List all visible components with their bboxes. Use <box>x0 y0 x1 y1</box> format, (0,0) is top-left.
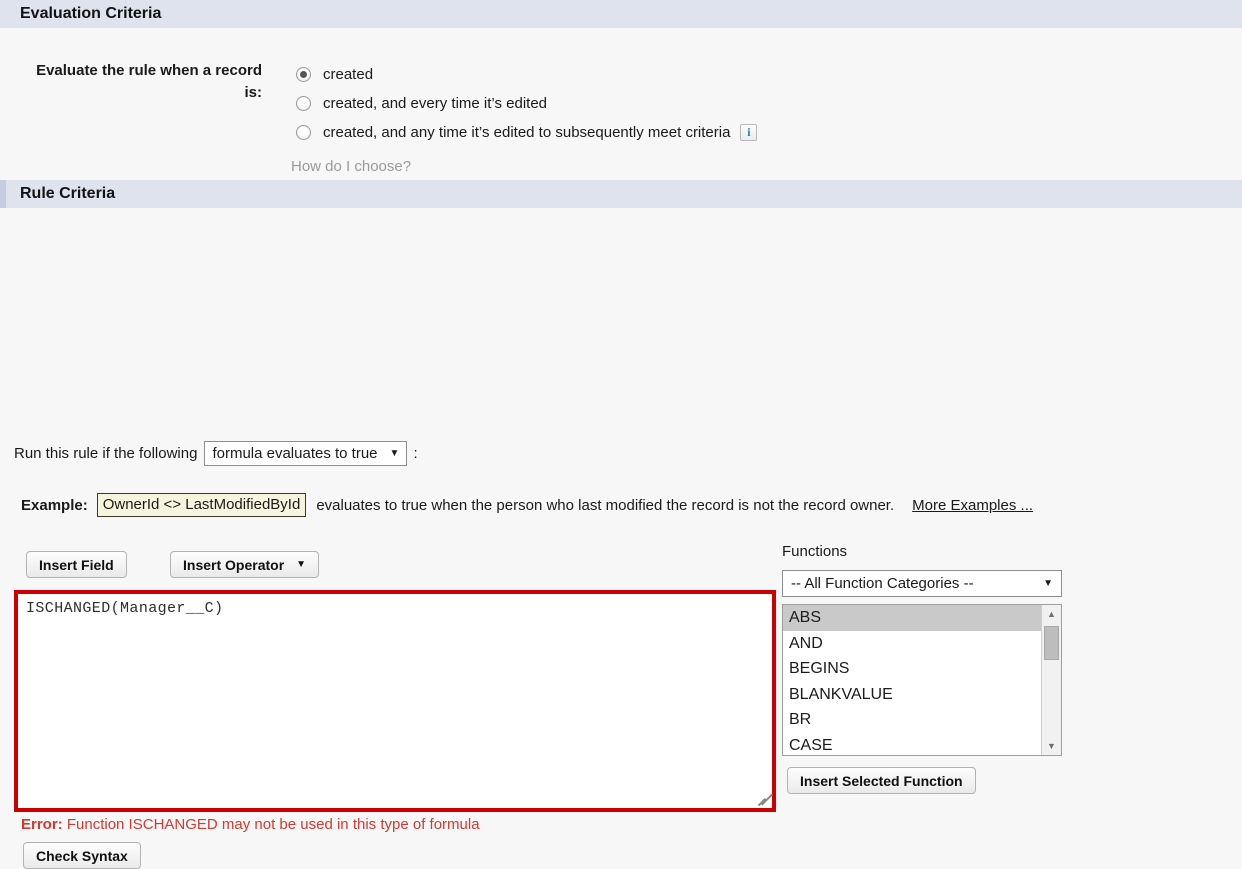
evaluate-rule-field-label: Evaluate the rule when a record is: <box>36 60 262 104</box>
criteria-type-select-value: formula evaluates to true <box>212 445 377 462</box>
example-code-snippet: OwnerId <> LastModifiedById <box>97 493 307 517</box>
chevron-down-icon: ▼ <box>296 559 306 570</box>
rule-criteria-section-header: Rule Criteria <box>0 180 1242 208</box>
radio-label-created: created <box>323 66 373 83</box>
example-line: Example: OwnerId <> LastModifiedById eva… <box>21 493 1033 517</box>
evaluation-radio-group: created created, and every time it’s edi… <box>296 60 757 147</box>
insert-selected-function-button-label: Insert Selected Function <box>800 773 963 789</box>
list-item[interactable]: CASE <box>783 733 1041 757</box>
evaluation-criteria-body: Evaluate the rule when a record is: crea… <box>0 28 1242 180</box>
radio-label-created-every-edit: created, and every time it’s edited <box>323 95 547 112</box>
chevron-down-icon: ▼ <box>1043 578 1053 589</box>
criteria-type-select[interactable]: formula evaluates to true ▼ <box>204 441 407 466</box>
evaluation-criteria-section-header: Evaluation Criteria <box>0 0 1242 28</box>
formula-textarea[interactable]: ISCHANGED(Manager__C) <box>14 590 776 812</box>
function-category-select[interactable]: -- All Function Categories -- ▼ <box>782 570 1062 597</box>
function-category-select-value: -- All Function Categories -- <box>791 575 974 592</box>
chevron-down-icon: ▼ <box>390 448 400 459</box>
formula-error-message: Error: Function ISCHANGED may not be use… <box>21 816 480 833</box>
scrollbar-thumb[interactable] <box>1044 626 1059 660</box>
evaluation-criteria-title: Evaluation Criteria <box>20 5 161 22</box>
insert-operator-button-label: Insert Operator <box>183 557 284 573</box>
info-icon[interactable]: i <box>740 124 757 141</box>
function-list-scrollbar[interactable]: ▲ ▼ <box>1041 605 1061 755</box>
formula-error-prefix: Error: <box>21 816 63 833</box>
list-item[interactable]: ABS <box>783 605 1041 631</box>
list-item[interactable]: AND <box>783 631 1041 657</box>
list-item[interactable]: BEGINS <box>783 656 1041 682</box>
more-examples-link[interactable]: More Examples ... <box>912 497 1033 514</box>
run-rule-prefix-text: Run this rule if the following <box>14 445 197 462</box>
rule-criteria-title: Rule Criteria <box>20 185 115 202</box>
functions-panel-label: Functions <box>782 543 847 560</box>
formula-textarea-value: ISCHANGED(Manager__C) <box>18 594 772 623</box>
insert-field-button-label: Insert Field <box>39 557 114 573</box>
radio-option-created-every-edit[interactable]: created, and every time it’s edited <box>296 89 757 118</box>
radio-label-created-subsequently-meet: created, and any time it’s edited to sub… <box>323 124 730 141</box>
run-rule-line: Run this rule if the following formula e… <box>14 441 418 466</box>
function-list-items: ABS AND BEGINS BLANKVALUE BR CASE <box>783 605 1041 755</box>
formula-error-text: Function ISCHANGED may not be used in th… <box>67 816 480 833</box>
list-item[interactable]: BLANKVALUE <box>783 682 1041 708</box>
radio-icon-created-every-edit[interactable] <box>296 96 311 111</box>
radio-icon-created-subsequently-meet[interactable] <box>296 125 311 140</box>
radio-option-created-subsequently-meet[interactable]: created, and any time it’s edited to sub… <box>296 118 757 147</box>
example-label: Example: <box>21 497 88 514</box>
insert-operator-button[interactable]: Insert Operator ▼ <box>170 551 319 578</box>
radio-icon-created[interactable] <box>296 67 311 82</box>
list-item[interactable]: BR <box>783 707 1041 733</box>
scroll-up-arrow-icon[interactable]: ▲ <box>1042 605 1061 623</box>
example-description: evaluates to true when the person who la… <box>316 497 894 514</box>
how-do-i-choose-link[interactable]: How do I choose? <box>291 158 411 175</box>
run-rule-suffix-text: : <box>413 445 417 462</box>
scroll-down-arrow-icon[interactable]: ▼ <box>1042 737 1061 755</box>
function-list[interactable]: ABS AND BEGINS BLANKVALUE BR CASE ▲ ▼ <box>782 604 1062 756</box>
radio-option-created[interactable]: created <box>296 60 757 89</box>
resize-handle-icon[interactable] <box>754 791 770 807</box>
insert-field-button[interactable]: Insert Field <box>26 551 127 578</box>
check-syntax-button[interactable]: Check Syntax <box>23 842 141 869</box>
insert-selected-function-button[interactable]: Insert Selected Function <box>787 767 976 794</box>
check-syntax-button-label: Check Syntax <box>36 848 128 864</box>
